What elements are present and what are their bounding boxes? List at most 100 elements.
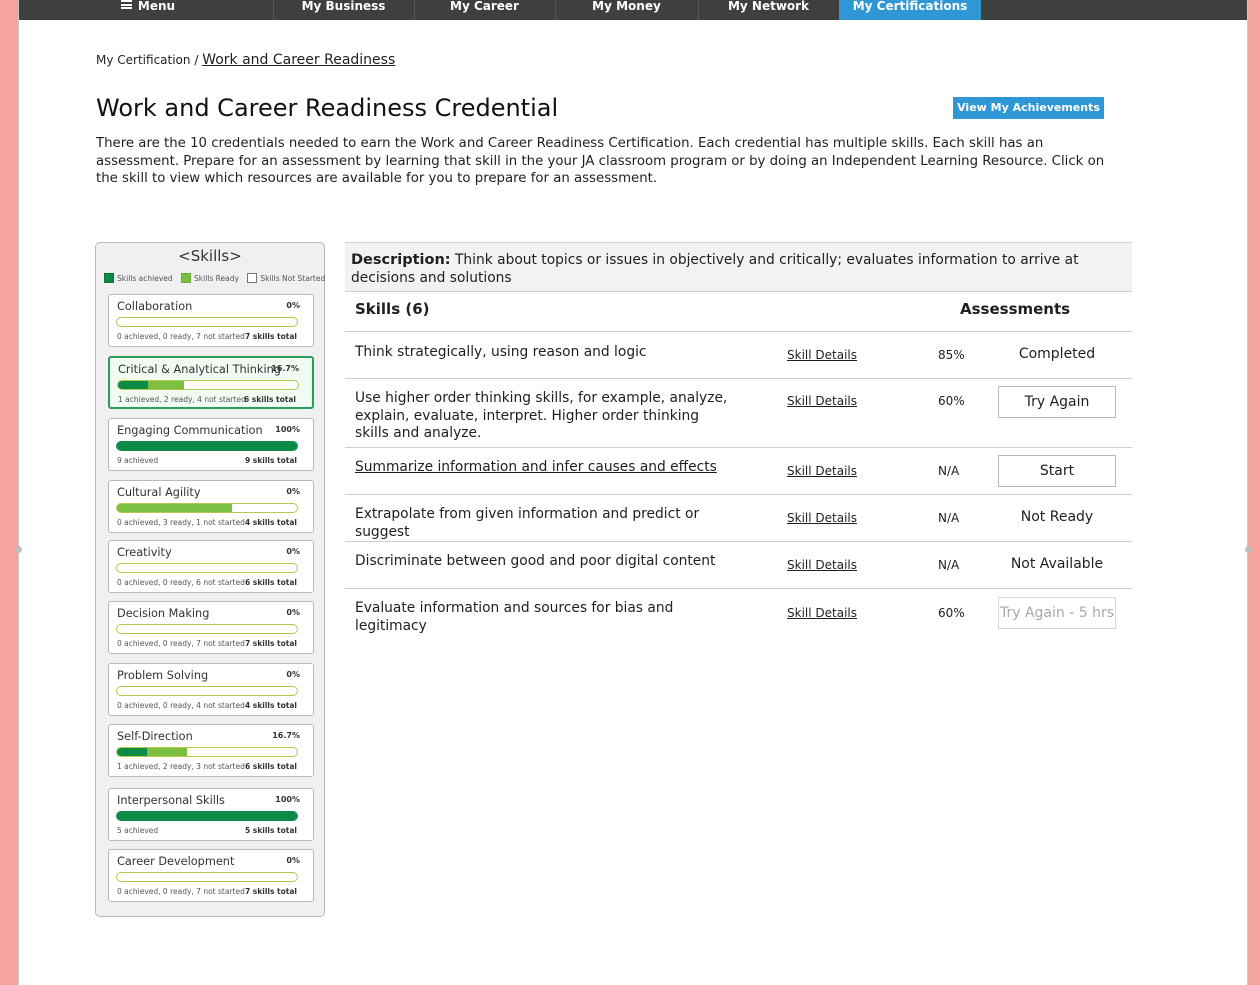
- skill-row: Think strategically, using reason and lo…: [345, 332, 1132, 378]
- skill-card-total: 9 skills total: [244, 456, 297, 465]
- skill-progress-bar: [116, 563, 298, 573]
- intro-text: There are the 10 credentials needed to e…: [96, 136, 1105, 187]
- nav-item-my-career[interactable]: My Career: [414, 0, 555, 20]
- skill-card-status: 9 achieved: [117, 456, 159, 465]
- skill-card-status: 1 achieved, 2 ready, 3 not started: [117, 762, 245, 771]
- skill-card[interactable]: Self-Direction 16.7% 1 achieved, 2 ready, …: [108, 724, 314, 777]
- skills-sidebar: <Skills> Skills achieved Skills Ready Sk…: [95, 242, 325, 917]
- skill-card-name: Cultural Agility: [117, 486, 201, 499]
- skill-card-name: Critical & Analytical Thinking: [118, 363, 281, 376]
- assessment-status: Not Available: [1010, 556, 1104, 572]
- nav-item-my-certifications[interactable]: My Certifications: [839, 0, 981, 20]
- skill-card-name: Creativity: [117, 546, 172, 559]
- skill-name[interactable]: Summarize information and infer causes a…: [355, 459, 735, 477]
- skill-card-status: 0 achieved, 0 ready, 7 not started: [117, 332, 245, 341]
- skill-card-percent: 0%: [286, 670, 300, 679]
- skill-card-total: 7 skills total: [244, 887, 297, 896]
- resize-handle-right[interactable]: [1245, 546, 1252, 553]
- skill-card-total: 6 skills total: [244, 578, 297, 587]
- skill-details-link[interactable]: Skill Details: [787, 464, 857, 478]
- nav-item-my-money[interactable]: My Money: [555, 0, 698, 20]
- skill-details-link[interactable]: Skill Details: [787, 511, 857, 525]
- progress-ready: [117, 504, 233, 512]
- skill-progress-bar: [116, 872, 298, 882]
- skill-card-percent: 0%: [286, 856, 300, 865]
- assessment-score: N/A: [938, 464, 960, 478]
- try-again-button[interactable]: Try Again: [998, 386, 1116, 418]
- progress-ready: [147, 748, 187, 756]
- progress-achieved: [117, 812, 297, 820]
- skill-card-name: Engaging Communication: [117, 424, 263, 437]
- skill-card-name: Collaboration: [117, 300, 193, 313]
- assessment-status: Not Ready: [1020, 509, 1094, 525]
- skill-row: Extrapolate from given information and p…: [345, 494, 1132, 541]
- resize-handle-left[interactable]: [15, 546, 22, 553]
- skill-progress-bar: [116, 503, 298, 513]
- skill-card-name: Self-Direction: [117, 730, 193, 743]
- skill-progress-bar: [116, 747, 298, 757]
- skill-card-name: Career Development: [117, 855, 235, 868]
- skill-card-percent: 0%: [286, 301, 300, 310]
- skill-card-status: 0 achieved, 0 ready, 4 not started: [117, 701, 245, 710]
- skill-card-total: 6 skills total: [243, 395, 296, 404]
- skill-card-percent: 0%: [286, 608, 300, 617]
- progress-achieved: [117, 748, 148, 756]
- skill-card-status: 0 achieved, 0 ready, 6 not started: [117, 578, 245, 587]
- skill-details-link[interactable]: Skill Details: [787, 606, 857, 620]
- assessment-status: Completed: [1018, 346, 1096, 362]
- skill-card-total: 4 skills total: [244, 518, 297, 527]
- page-title: Work and Career Readiness Credential: [96, 94, 559, 122]
- nav-item-my-business[interactable]: My Business: [273, 0, 414, 20]
- skill-card[interactable]: Engaging Communication 100% 9 achieved 9 sk…: [108, 418, 314, 471]
- try-again-disabled-button: Try Again - 5 hrs: [998, 597, 1116, 629]
- skill-card[interactable]: Cultural Agility 0% 0 achieved, 3 ready, 1…: [108, 480, 314, 533]
- skill-card[interactable]: Critical & Analytical Thinking 16.7% 1 ach…: [108, 356, 314, 409]
- skill-card-percent: 0%: [286, 547, 300, 556]
- assessment-score: N/A: [938, 511, 960, 525]
- skill-name: Discriminate between good and poor digit…: [355, 553, 716, 569]
- skill-progress-bar: [116, 441, 298, 451]
- nav-item-my-network[interactable]: My Network: [698, 0, 839, 20]
- skill-card[interactable]: Career Development 0% 0 achieved, 0 ready,…: [108, 849, 314, 902]
- skill-card-status: 1 achieved, 2 ready, 4 not started: [118, 395, 246, 404]
- menu-button[interactable]: Menu: [109, 0, 187, 20]
- progress-achieved: [117, 442, 297, 450]
- breadcrumb-root: My Certification /: [96, 53, 199, 67]
- skill-name: Think strategically, using reason and lo…: [355, 344, 647, 360]
- breadcrumb-current-link[interactable]: Work and Career Readiness: [202, 52, 395, 68]
- skill-card[interactable]: Problem Solving 0% 0 achieved, 0 ready, 4 …: [108, 663, 314, 716]
- top-nav: Menu My Business My Career My Money My N…: [19, 0, 1247, 20]
- skill-card-percent: 16.7%: [272, 731, 300, 740]
- assessment-score: 60%: [938, 606, 965, 620]
- skill-row: Discriminate between good and poor digit…: [345, 541, 1132, 588]
- skill-card[interactable]: Creativity 0% 0 achieved, 0 ready, 6 not s…: [108, 540, 314, 593]
- skill-progress-bar: [116, 686, 298, 696]
- skill-card-name: Interpersonal Skills: [117, 794, 225, 807]
- skill-name: Extrapolate from given information and p…: [355, 506, 700, 540]
- skill-card[interactable]: Collaboration 0% 0 achieved, 0 ready, 7 no…: [108, 294, 314, 347]
- skill-details-link[interactable]: Skill Details: [787, 558, 857, 572]
- skill-card-percent: 100%: [275, 425, 300, 434]
- skill-details-link[interactable]: Skill Details: [787, 348, 857, 362]
- skill-row: Use higher order thinking skills, for ex…: [345, 378, 1132, 447]
- skills-legend: Skills achieved Skills Ready Skills Not …: [104, 273, 331, 283]
- skill-progress-bar: [116, 624, 298, 634]
- skill-progress-bar: [117, 380, 299, 390]
- description-box: Description: Think about topics or issue…: [345, 242, 1132, 292]
- assessment-score: 85%: [938, 348, 965, 362]
- assessment-score: N/A: [938, 558, 960, 572]
- start-button[interactable]: Start: [998, 455, 1116, 487]
- skill-progress-bar: [116, 317, 298, 327]
- skill-card-status: 5 achieved: [117, 826, 159, 835]
- skill-card-total: 4 skills total: [244, 701, 297, 710]
- view-achievements-button[interactable]: View My Achievements: [953, 97, 1104, 119]
- skill-card-total: 6 skills total: [244, 762, 297, 771]
- skill-card[interactable]: Decision Making 0% 0 achieved, 0 ready, 7 …: [108, 601, 314, 654]
- skill-card[interactable]: Interpersonal Skills 100% 5 achieved 5 skil…: [108, 788, 314, 841]
- skill-card-status: 0 achieved, 3 ready, 1 not started: [117, 518, 245, 527]
- skills-header: Skills (6): [355, 300, 430, 318]
- assessments-header: Assessments: [960, 300, 1071, 318]
- skill-row: Summarize information and infer causes a…: [345, 447, 1132, 494]
- not-started-swatch-icon: [247, 273, 258, 283]
- skill-details-link[interactable]: Skill Details: [787, 394, 857, 408]
